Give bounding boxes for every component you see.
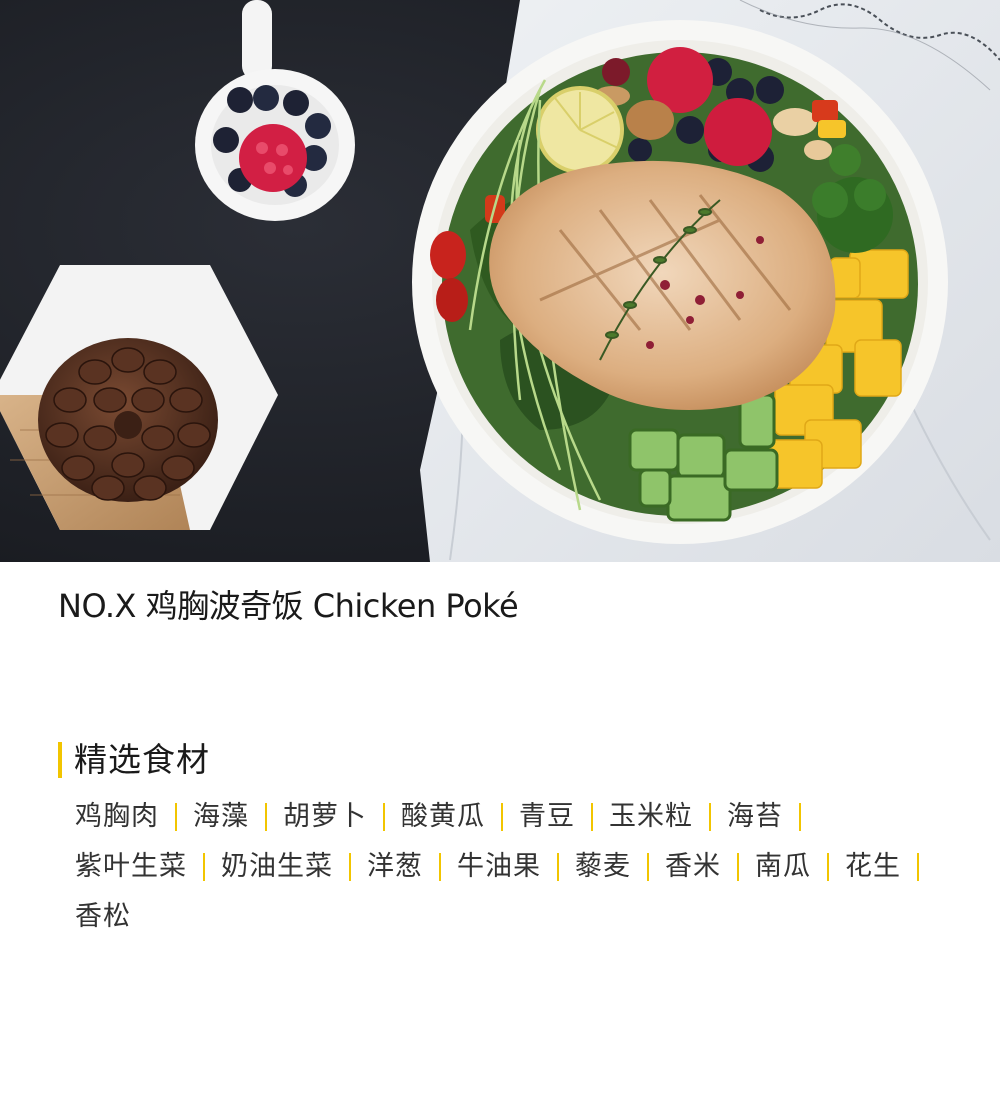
accent-bar [58, 742, 62, 778]
chicken-poke-bowl-photo [0, 0, 1000, 562]
ingredient-item: 海苔 [727, 800, 817, 834]
ingredient-item: 花生 [845, 850, 935, 884]
ingredient-label: 牛油果 [457, 851, 541, 882]
ingredient-separator [737, 853, 739, 881]
ingredient-separator [827, 853, 829, 881]
ingredient-item: 海藻 [193, 800, 283, 834]
ingredient-label: 奶油生菜 [221, 851, 333, 882]
ingredient-separator [799, 803, 801, 831]
pine-cone [38, 338, 218, 502]
ingredient-item: 玉米粒 [609, 800, 727, 834]
ingredient-label: 香米 [665, 851, 721, 882]
section-title: 精选食材 [74, 740, 210, 779]
ingredient-item: 酸黄瓜 [401, 800, 519, 834]
ingredient-separator [383, 803, 385, 831]
ingredient-label: 鸡胸肉 [75, 801, 159, 832]
ingredient-label: 酸黄瓜 [401, 801, 485, 832]
ingredient-item: 香松 [75, 900, 131, 934]
ingredient-separator [203, 853, 205, 881]
page: NO.X 鸡胸波奇饭 Chicken Poké 精选食材 鸡胸肉 海藻 胡萝卜 酸黄瓜… [0, 0, 1000, 1100]
ingredient-separator [265, 803, 267, 831]
page-title: NO.X 鸡胸波奇饭 Chicken Poké [58, 587, 519, 625]
hero-photo [0, 0, 1000, 562]
ingredient-item: 紫叶生菜 [75, 850, 221, 884]
ingredient-list: 鸡胸肉 海藻 胡萝卜 酸黄瓜 青豆 玉米粒 海苔紫叶生菜 奶油生菜 洋葱 牛油果 藜麦 香米 南瓜 花生香… [75, 800, 935, 934]
ingredient-label: 藜麦 [575, 851, 631, 882]
ingredient-separator [175, 803, 177, 831]
ingredient-separator [439, 853, 441, 881]
ingredient-label: 青豆 [519, 801, 575, 832]
ingredient-label: 海藻 [193, 801, 249, 832]
ingredient-separator [647, 853, 649, 881]
ingredient-separator [917, 853, 919, 881]
ingredient-item: 奶油生菜 [221, 850, 367, 884]
ingredient-item: 青豆 [519, 800, 609, 834]
ingredient-item: 胡萝卜 [283, 800, 401, 834]
poke-bowl [412, 20, 948, 544]
ingredient-label: 花生 [845, 851, 901, 882]
ingredient-item: 鸡胸肉 [75, 800, 193, 834]
ingredient-label: 紫叶生菜 [75, 851, 187, 882]
ingredient-label: 胡萝卜 [283, 801, 367, 832]
section-heading: 精选食材 [58, 738, 210, 782]
ingredient-item: 南瓜 [755, 850, 845, 884]
ingredient-item: 藜麦 [575, 850, 665, 884]
ingredient-separator [591, 803, 593, 831]
ingredient-separator [557, 853, 559, 881]
ingredient-label: 玉米粒 [609, 801, 693, 832]
ingredient-label: 香松 [75, 901, 131, 932]
ingredient-item: 香米 [665, 850, 755, 884]
ingredient-label: 洋葱 [367, 851, 423, 882]
ingredient-label: 海苔 [727, 801, 783, 832]
ingredient-item: 牛油果 [457, 850, 575, 884]
ingredient-label: 南瓜 [755, 851, 811, 882]
ingredient-separator [349, 853, 351, 881]
ingredient-separator [709, 803, 711, 831]
ingredient-separator [501, 803, 503, 831]
ingredient-item: 洋葱 [367, 850, 457, 884]
